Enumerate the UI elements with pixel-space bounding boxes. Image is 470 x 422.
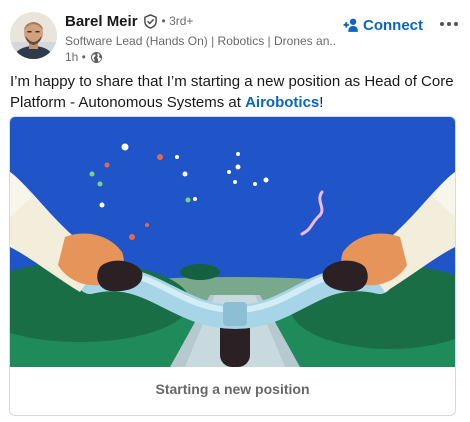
post-meta: 1h •: [65, 49, 345, 65]
author-headline: Software Lead (Hands On) | Robotics | Dr…: [65, 34, 337, 48]
post-text-main: I’m happy to share that I’m starting a n…: [10, 73, 454, 111]
author-name-row: Barel Meir • 3rd+: [65, 11, 345, 31]
shield-check-icon: [143, 13, 158, 29]
more-options-button[interactable]: [438, 14, 460, 34]
ellipsis-icon: [440, 22, 458, 26]
shared-card[interactable]: Starting a new position: [9, 116, 456, 416]
avatar[interactable]: [10, 12, 57, 59]
bicycle-illustration: [10, 117, 455, 367]
company-mention-link[interactable]: Airobotics: [245, 94, 319, 111]
post-text: I’m happy to share that I’m starting a n…: [10, 71, 465, 113]
person-plus-icon: [343, 17, 360, 34]
feed-post: Barel Meir • 3rd+ Software Lead (Hands O…: [0, 0, 470, 422]
connect-button[interactable]: Connect: [343, 14, 423, 36]
connection-degree: • 3rd+: [161, 14, 194, 28]
globe-icon: [90, 51, 103, 64]
connect-label: Connect: [363, 16, 423, 34]
card-caption: Starting a new position: [155, 381, 310, 397]
post-time: 1h •: [65, 50, 86, 64]
author-info: Barel Meir • 3rd+ Software Lead (Hands O…: [65, 11, 345, 65]
post-text-end: !: [319, 94, 324, 111]
author-name[interactable]: Barel Meir: [65, 13, 138, 30]
